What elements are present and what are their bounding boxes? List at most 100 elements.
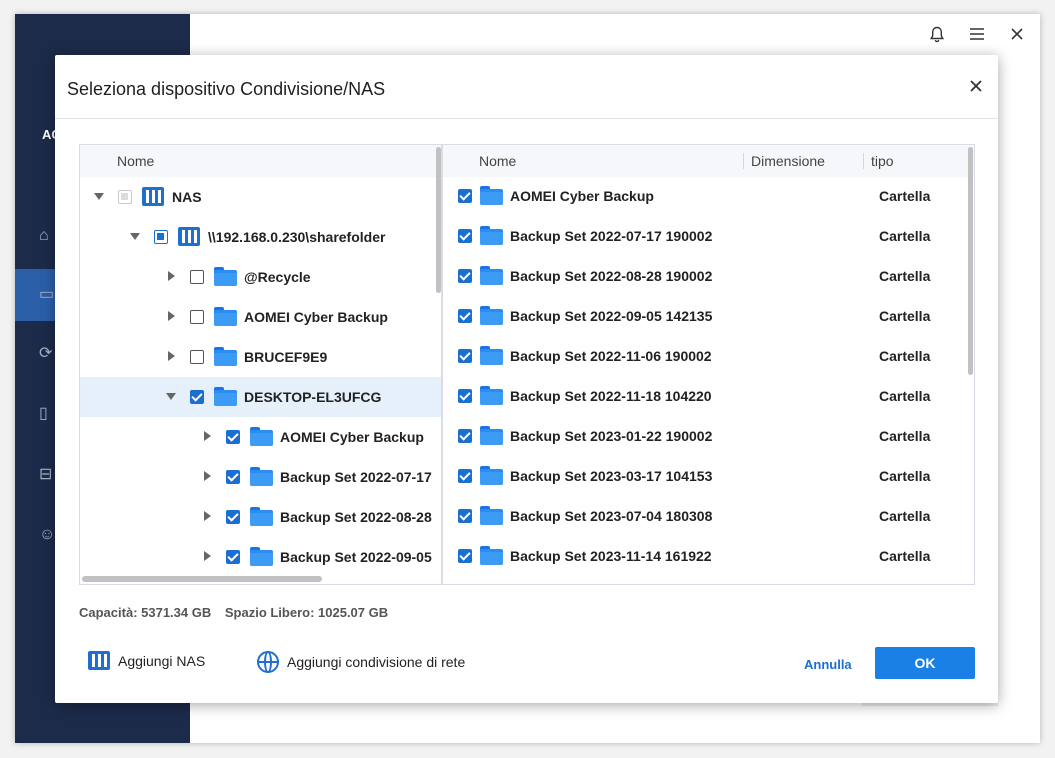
list-row-type: Cartella — [879, 388, 931, 404]
folder-icon — [480, 266, 503, 285]
caret-right-icon[interactable] — [168, 351, 175, 361]
menu-icon[interactable] — [968, 24, 986, 44]
tree-row[interactable]: Backup Set 2022-07-17 — [80, 457, 441, 497]
caret-right-icon[interactable] — [204, 511, 211, 521]
list-header: Nome Dimensione tipo — [443, 145, 974, 177]
nas-icon — [142, 187, 164, 206]
add-nas-button[interactable]: Aggiungi NAS — [88, 651, 205, 670]
list-header-name[interactable]: Nome — [479, 153, 516, 169]
list-vertical-scrollbar[interactable] — [968, 147, 973, 375]
folder-icon — [480, 186, 503, 205]
cancel-button[interactable]: Annulla — [804, 657, 852, 672]
list-row[interactable]: Backup Set 2022-09-05 142135 Cartella — [443, 296, 974, 336]
folder-icon — [250, 467, 273, 486]
tree-vertical-scrollbar[interactable] — [436, 147, 441, 293]
folder-icon — [480, 306, 503, 325]
list-row[interactable]: Backup Set 2023-03-17 104153 Cartella — [443, 456, 974, 496]
caret-right-icon[interactable] — [168, 311, 175, 321]
tree-checkbox[interactable] — [226, 430, 240, 444]
row-checkbox[interactable] — [458, 429, 472, 443]
tree-checkbox[interactable] — [190, 270, 204, 284]
list-row-type: Cartella — [879, 548, 931, 564]
row-checkbox[interactable] — [458, 509, 472, 523]
capacity-text: Capacità: 5371.34 GB — [79, 605, 212, 620]
tree-checkbox[interactable] — [154, 230, 168, 244]
row-checkbox[interactable] — [458, 229, 472, 243]
row-checkbox[interactable] — [458, 189, 472, 203]
tree-checkbox[interactable] — [226, 470, 240, 484]
caret-right-icon[interactable] — [168, 271, 175, 281]
dialog-close-icon[interactable] — [966, 77, 986, 97]
caret-right-icon[interactable] — [204, 431, 211, 441]
caret-down-icon[interactable] — [94, 193, 104, 200]
list-row-type: Cartella — [879, 268, 931, 284]
list-row[interactable]: AOMEI Cyber Backup Cartella — [443, 176, 974, 216]
folder-icon — [250, 507, 273, 526]
tree-row[interactable]: \\192.168.0.230\sharefolder — [80, 217, 441, 257]
tree-checkbox[interactable] — [190, 310, 204, 324]
tree-row[interactable]: @Recycle — [80, 257, 441, 297]
bell-icon[interactable] — [928, 24, 946, 44]
list-row[interactable]: Backup Set 2022-07-17 190002 Cartella — [443, 216, 974, 256]
folder-tree-panel: Nome NAS \\192.168.0.230\sharefolder @Recy… — [79, 144, 442, 585]
list-header-size[interactable]: Dimensione — [751, 153, 825, 169]
folder-icon — [480, 386, 503, 405]
caret-down-icon[interactable] — [130, 233, 140, 240]
add-share-label: Aggiungi condivisione di rete — [287, 654, 466, 670]
list-row-type: Cartella — [879, 348, 931, 364]
row-checkbox[interactable] — [458, 309, 472, 323]
tree-header-name[interactable]: Nome — [117, 153, 154, 169]
folder-icon — [250, 547, 273, 566]
ok-button[interactable]: OK — [875, 647, 975, 679]
tree-row[interactable]: AOMEI Cyber Backup — [80, 297, 441, 337]
list-row-name: Backup Set 2022-11-18 104220 — [510, 388, 712, 404]
close-icon[interactable] — [1008, 24, 1026, 44]
nas-icon — [178, 227, 200, 246]
list-row-name: Backup Set 2023-03-17 104153 — [510, 468, 713, 484]
row-checkbox[interactable] — [458, 389, 472, 403]
tree-checkbox — [118, 190, 132, 204]
list-header-type[interactable]: tipo — [871, 153, 894, 169]
tree-horizontal-scrollbar[interactable] — [82, 576, 322, 582]
list-row-name: Backup Set 2022-09-05 142135 — [510, 308, 713, 324]
list-row-type: Cartella — [879, 508, 931, 524]
tree-row-label: Backup Set 2022-09-05 — [280, 549, 432, 565]
tree-checkbox[interactable] — [226, 510, 240, 524]
add-network-share-button[interactable]: Aggiungi condivisione di rete — [257, 651, 465, 673]
folder-icon — [214, 307, 237, 326]
row-checkbox[interactable] — [458, 549, 472, 563]
tree-row-label: Backup Set 2022-08-28 — [280, 509, 432, 525]
list-row[interactable]: Backup Set 2023-07-04 180308 Cartella — [443, 496, 974, 536]
free-space-text: Spazio Libero: 1025.07 GB — [224, 605, 389, 620]
globe-icon — [257, 651, 279, 673]
add-nas-label: Aggiungi NAS — [118, 652, 206, 669]
row-checkbox[interactable] — [458, 349, 472, 363]
tree-row[interactable]: Backup Set 2022-08-28 — [80, 497, 441, 537]
list-row[interactable]: Backup Set 2022-08-28 190002 Cartella — [443, 256, 974, 296]
select-nas-dialog: Seleziona dispositivo Condivisione/NAS N… — [55, 55, 998, 703]
row-checkbox[interactable] — [458, 269, 472, 283]
caret-down-icon[interactable] — [166, 393, 176, 400]
header-separator — [743, 153, 744, 169]
list-row[interactable]: Backup Set 2023-11-14 161922 Cartella — [443, 536, 974, 576]
tree-row[interactable]: Backup Set 2022-09-05 — [80, 537, 441, 577]
tree-checkbox[interactable] — [190, 350, 204, 364]
caret-right-icon[interactable] — [204, 551, 211, 561]
folder-icon — [250, 427, 273, 446]
tree-checkbox[interactable] — [226, 550, 240, 564]
folder-contents-panel: Nome Dimensione tipo AOMEI Cyber Backup C… — [442, 144, 975, 585]
row-checkbox[interactable] — [458, 469, 472, 483]
tree-row[interactable]: DESKTOP-EL3UFCG — [80, 377, 441, 417]
folder-icon — [480, 346, 503, 365]
list-row[interactable]: Backup Set 2023-01-22 190002 Cartella — [443, 416, 974, 456]
list-row[interactable]: Backup Set 2022-11-18 104220 Cartella — [443, 376, 974, 416]
list-row[interactable]: Backup Set 2022-11-06 190002 Cartella — [443, 336, 974, 376]
tree-row[interactable]: BRUCEF9E9 — [80, 337, 441, 377]
dialog-title: Seleziona dispositivo Condivisione/NAS — [67, 79, 386, 99]
tree-checkbox[interactable] — [190, 390, 204, 404]
tree-row[interactable]: AOMEI Cyber Backup — [80, 417, 441, 457]
tree-row[interactable]: NAS — [80, 177, 441, 217]
window-controls — [928, 24, 1026, 44]
list-row-name: Backup Set 2022-11-06 190002 — [510, 348, 712, 364]
caret-right-icon[interactable] — [204, 471, 211, 481]
